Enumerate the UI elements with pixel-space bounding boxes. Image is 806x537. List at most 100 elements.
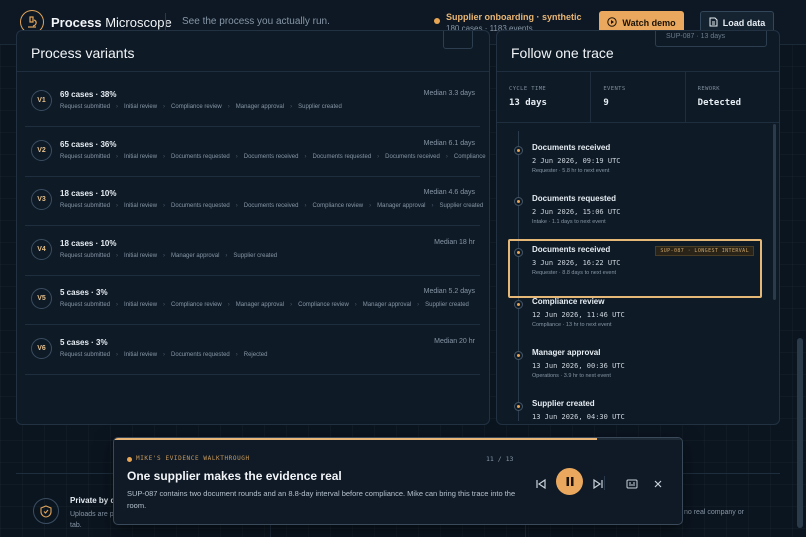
chevron-right-icon: › — [116, 252, 119, 259]
variant-step: Request submitted — [60, 302, 111, 309]
event-time: 13 Jun 2026, 04:30 UTC — [532, 413, 625, 421]
event-dot — [514, 299, 523, 309]
chevron-right-icon: › — [369, 203, 372, 210]
privacy-text: Uploads are p tab. — [70, 511, 114, 529]
variant-cases: 18 cases · 10% — [60, 238, 117, 248]
variant-badge: V3 — [31, 189, 52, 211]
chevron-right-icon: › — [116, 203, 119, 210]
chevron-right-icon: › — [116, 352, 119, 358]
variants-option-control[interactable] — [443, 31, 473, 49]
event-title: Documents requested — [532, 194, 617, 204]
variant-row[interactable]: V2 65 cases · 36% Median 6.1 days Request s… — [25, 127, 486, 177]
variant-step: Initial review — [124, 203, 158, 210]
metric-rework: REWORK Detected — [686, 72, 779, 122]
variant-step: Compliance review — [312, 203, 364, 210]
chevron-right-icon: › — [163, 203, 166, 210]
chevron-right-icon: › — [445, 153, 448, 160]
metric-events: EVENTS 9 — [591, 72, 686, 122]
chevron-right-icon: › — [116, 302, 119, 309]
metric-label: REWORK — [697, 86, 720, 92]
variant-path: Request submitted › Initial review › Complia… — [60, 302, 469, 308]
metric-label: EVENTS — [603, 86, 626, 92]
close-walkthrough-button[interactable] — [650, 476, 666, 492]
file-icon — [709, 17, 718, 29]
variant-median: Median 6.1 days — [423, 139, 475, 147]
variant-badge: V6 — [31, 338, 52, 359]
pause-icon — [566, 477, 573, 486]
variant-step: Initial review — [124, 153, 158, 160]
event-time: 13 Jun 2026, 00:36 UTC — [532, 361, 625, 370]
captions-button[interactable] — [624, 476, 640, 492]
chevron-right-icon: › — [235, 153, 238, 160]
event-time: 2 Jun 2026, 09:19 UTC — [532, 157, 621, 165]
event-note: Compliance · 13 hr to next event — [532, 321, 612, 328]
trace-scrollbar[interactable] — [773, 124, 776, 300]
variant-row[interactable]: V4 18 cases · 10% Median 18 hr Request subm… — [25, 226, 480, 276]
follow-trace-panel: SUP-087 · 13 days Follow one trace CYCLE… — [496, 30, 780, 425]
event-dot — [514, 197, 523, 207]
variant-step: Rejected — [243, 352, 268, 358]
variant-row[interactable]: V3 18 cases · 10% Median 4.6 days Request s… — [25, 176, 483, 227]
variant-step: Compliance review — [298, 302, 349, 309]
chevron-right-icon: › — [235, 352, 238, 358]
metric-value: 9 — [603, 98, 609, 108]
variant-step: Initial review — [124, 352, 158, 358]
chevron-right-icon: › — [163, 252, 166, 259]
chevron-right-icon: › — [227, 302, 230, 309]
variant-median: Median 20 hr — [434, 338, 475, 345]
chevron-right-icon: › — [163, 352, 166, 358]
chevron-right-icon: › — [304, 203, 307, 210]
variant-cases: 5 cases · 3% — [60, 288, 108, 298]
chevron-right-icon: › — [304, 153, 307, 160]
trace-panel-title: Follow one trace — [511, 45, 614, 61]
variant-step: Request submitted — [60, 252, 111, 259]
walkthrough-progress-bar — [114, 438, 597, 440]
tagline: See the process you actually run. — [182, 16, 330, 27]
pause-button[interactable] — [556, 468, 583, 495]
variant-cases: 18 cases · 10% — [60, 189, 117, 199]
variant-step: Manager approval — [362, 302, 412, 309]
variant-step: Initial review — [124, 104, 158, 110]
event-dot — [514, 402, 523, 411]
load-data-label: Load data — [722, 17, 766, 28]
chevron-right-icon: › — [227, 104, 230, 110]
metric-cycle-time: CYCLE TIME 13 days — [497, 72, 592, 122]
event-note: Requester · 5.8 hr to next event — [532, 168, 610, 174]
variant-row[interactable]: V6 5 cases · 3% Median 20 hr Request submit… — [25, 325, 480, 375]
trace-event[interactable]: Documents requested 2 Jun 2026, 15:06 UTC… — [497, 184, 767, 234]
metric-value: 13 days — [509, 98, 547, 108]
variants-panel-title: Process variants — [31, 45, 135, 61]
event-note: Operations · 3.9 hr to next event — [532, 372, 611, 379]
variant-step: Supplier created — [233, 252, 278, 259]
trace-event[interactable]: Supplier created 13 Jun 2026, 04:30 UTC — [497, 389, 767, 424]
variant-row[interactable]: V5 5 cases · 3% Median 5.2 days Request sub… — [25, 275, 480, 326]
chevron-right-icon: › — [116, 104, 119, 110]
variant-step: Supplier created — [298, 104, 342, 110]
variant-step: Documents requested — [312, 153, 372, 160]
variant-median: Median 3.3 days — [423, 90, 475, 97]
variant-step: Compliance review — [171, 104, 222, 110]
event-time: 2 Jun 2026, 15:06 UTC — [532, 208, 621, 217]
variant-step: Manager approval — [377, 203, 426, 210]
trace-metrics: CYCLE TIME 13 days EVENTS 9 REWORK Detec… — [497, 71, 779, 123]
dataset-status-dot — [434, 18, 440, 24]
trace-event[interactable]: Manager approval 13 Jun 2026, 00:36 UTC Op… — [497, 338, 767, 388]
variant-badge: V2 — [31, 139, 52, 161]
previous-step-button[interactable] — [533, 476, 549, 492]
variant-step: Request submitted — [60, 352, 111, 358]
variant-step: Documents received — [243, 153, 299, 160]
longest-interval-tag: SUP-087 · LONGEST INTERVAL — [655, 246, 754, 256]
chevron-right-icon: › — [163, 153, 166, 160]
chevron-right-icon: › — [377, 153, 380, 160]
event-title: Manager approval — [532, 347, 601, 357]
close-icon — [654, 480, 662, 488]
chevron-right-icon: › — [163, 104, 166, 110]
page-scrollbar[interactable] — [797, 338, 803, 528]
variant-median: Median 4.6 days — [423, 189, 475, 197]
variant-row[interactable]: V1 69 cases · 38% Median 3.3 days Request s… — [25, 77, 480, 127]
trace-event[interactable]: Documents received 2 Jun 2026, 09:19 UTC R… — [497, 133, 767, 183]
process-variants-panel: Process variants V1 69 cases · 38% Median … — [16, 30, 490, 425]
variant-step: Request submitted — [60, 153, 111, 160]
case-selector[interactable]: SUP-087 · 13 days — [655, 31, 767, 47]
variant-step: Supplier created — [425, 302, 469, 309]
